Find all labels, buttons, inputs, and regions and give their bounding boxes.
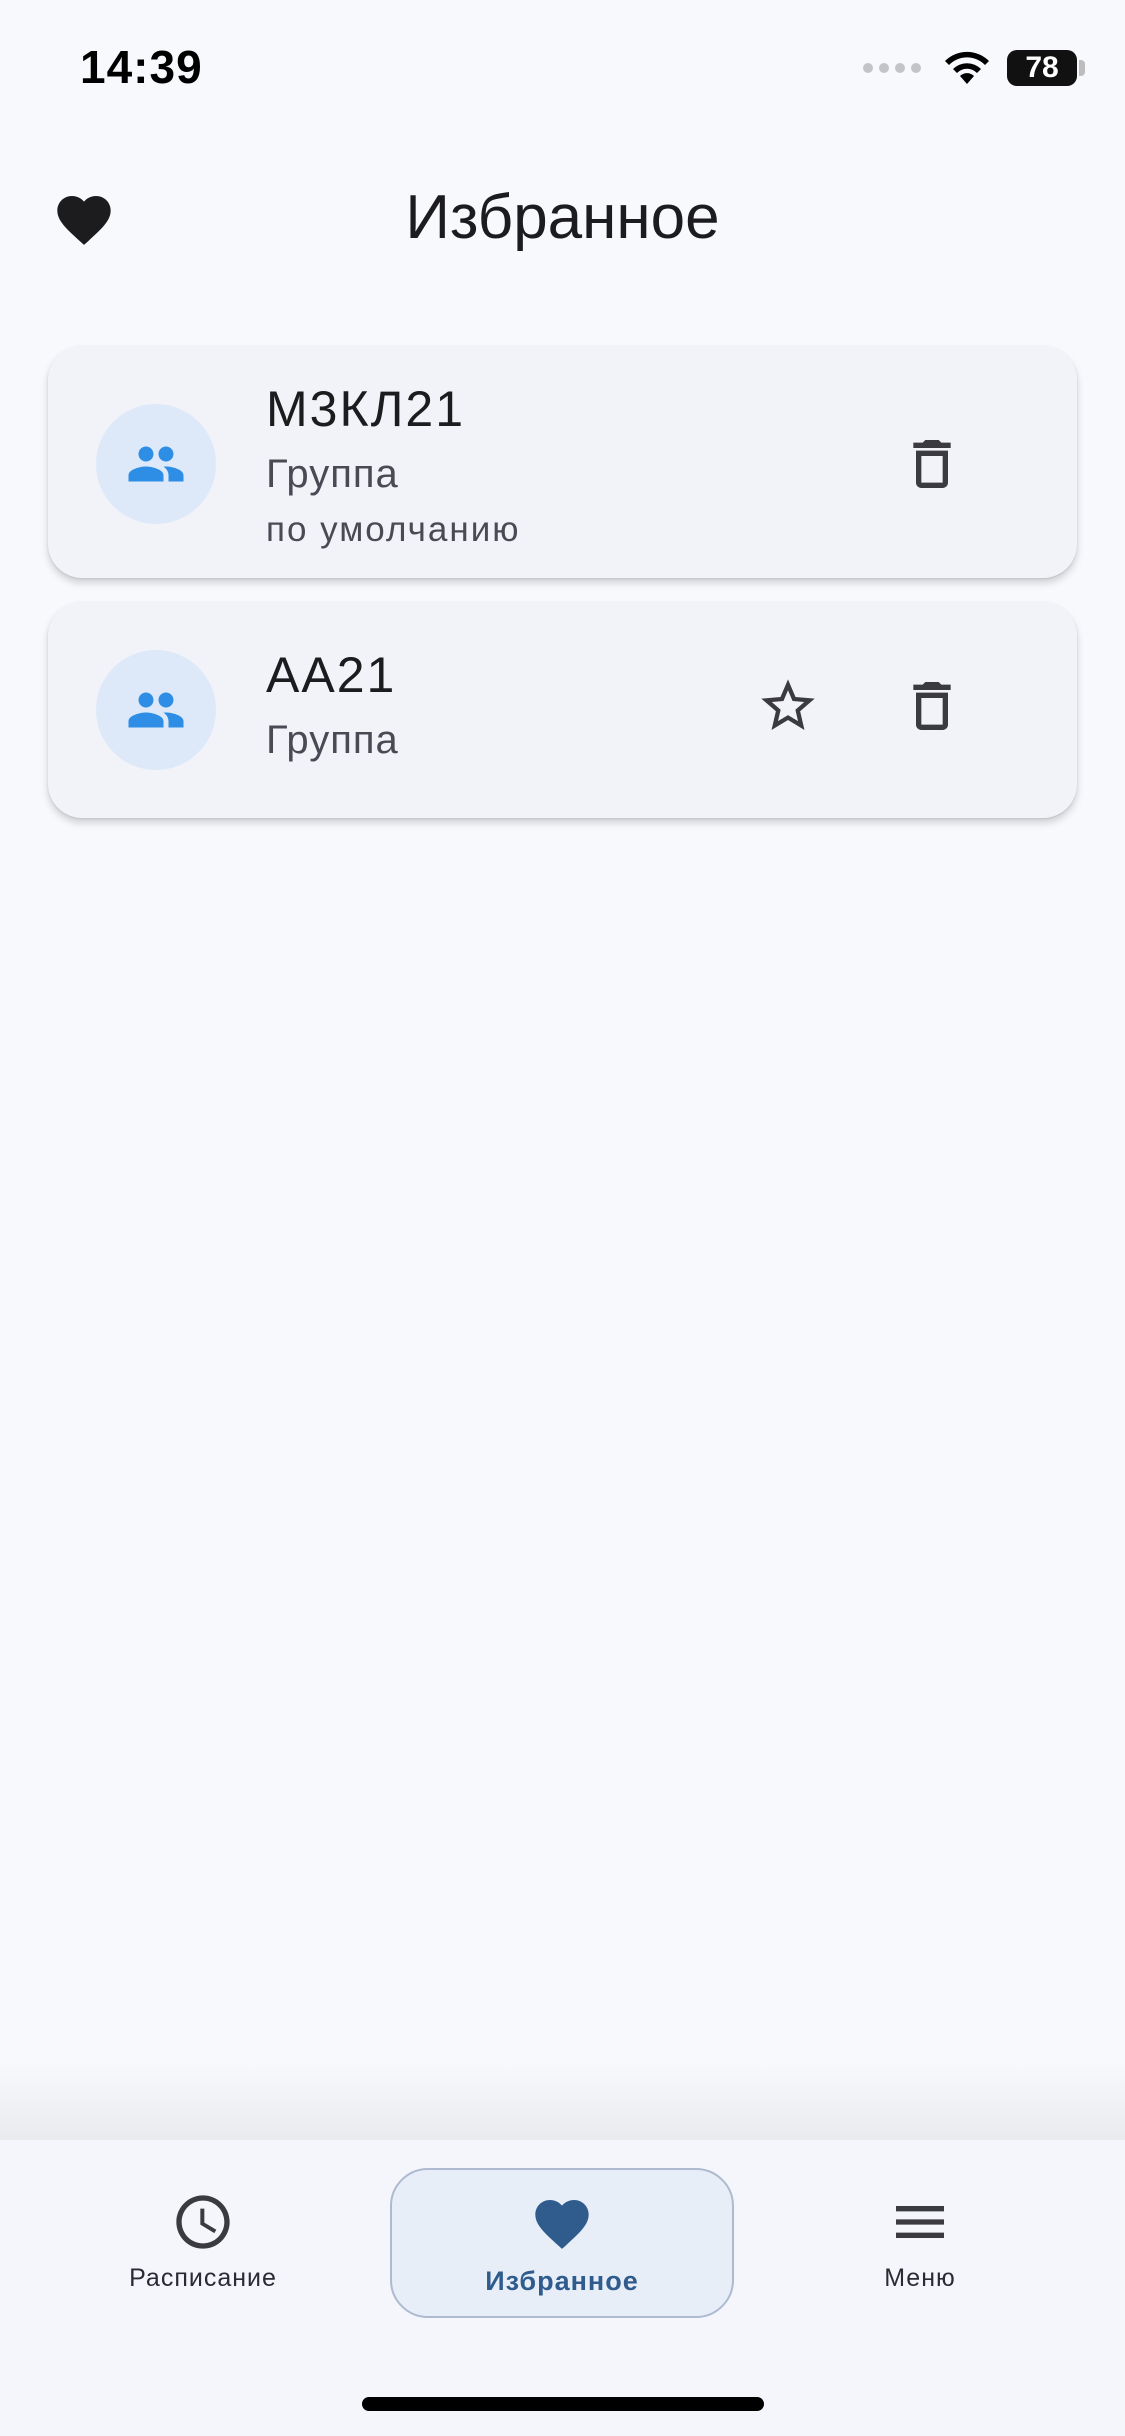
nav-label: Избранное [485, 2266, 639, 2296]
group-name: М3КЛ21 [266, 381, 466, 437]
bottom-navigation: Расписание Избранное Меню [0, 2140, 1125, 2436]
favorite-card[interactable]: М3КЛ21 Группа по умолчанию [48, 346, 1077, 578]
trash-icon [913, 440, 951, 488]
wifi-icon [945, 51, 989, 84]
clock-icon [176, 2195, 230, 2249]
nav-label: Меню [884, 2264, 956, 2292]
nav-shadow [0, 2060, 1125, 2140]
cellular-signal-icon [863, 63, 921, 73]
people-icon [128, 692, 184, 728]
status-time: 14:39 [80, 41, 203, 93]
page-title: Избранное [405, 183, 720, 252]
group-name: АА21 [266, 647, 397, 703]
status-bar: 14:39 78 [0, 0, 1125, 140]
battery-icon: 78 [1007, 50, 1085, 86]
nav-item-schedule[interactable]: Расписание [110, 2168, 296, 2318]
menu-icon [896, 2206, 944, 2238]
people-icon [128, 446, 184, 482]
group-type: Группа [266, 718, 399, 762]
delete-button[interactable] [892, 424, 972, 504]
nav-label: Расписание [129, 2264, 277, 2292]
delete-button[interactable] [892, 666, 972, 746]
set-default-button[interactable] [748, 666, 828, 746]
status-indicators: 78 [863, 46, 1085, 90]
favorite-card[interactable]: АА21 Группа [48, 602, 1077, 818]
heart-icon [535, 2200, 589, 2249]
nav-item-favorites[interactable]: Избранное [390, 2168, 734, 2318]
group-avatar [96, 650, 216, 770]
app-header: Избранное [0, 160, 1125, 280]
star-outline-icon [761, 679, 815, 730]
trash-icon [913, 682, 951, 730]
default-label: по умолчанию [266, 510, 521, 549]
battery-level: 78 [1025, 51, 1059, 84]
home-indicator[interactable] [362, 2397, 764, 2411]
group-avatar [96, 404, 216, 524]
group-type: Группа [266, 452, 399, 496]
nav-item-menu[interactable]: Меню [840, 2168, 1000, 2318]
